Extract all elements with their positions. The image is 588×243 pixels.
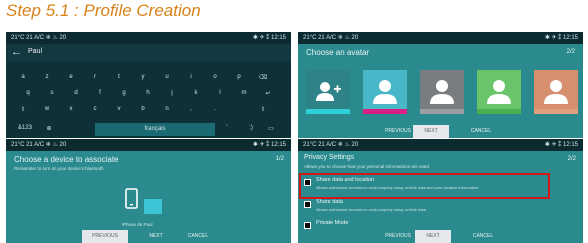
add-user-icon (316, 82, 341, 101)
key[interactable]: ⇧ (256, 106, 270, 113)
user-icon (373, 80, 397, 104)
screen-heading: Choose a device to associate (14, 155, 119, 164)
user-icon (430, 80, 454, 104)
avatar-option[interactable] (363, 70, 407, 114)
status-bar: 21°C 21 A/C ❄ ♨ 20 ✱ ✈ ⁑ 12:15 (6, 32, 291, 44)
key[interactable]: y (136, 74, 150, 80)
key[interactable]: i (184, 74, 198, 80)
avatar-color-strip (420, 109, 464, 114)
key[interactable]: ▭ (264, 125, 278, 132)
avatar-color-strip (306, 109, 350, 114)
checkbox[interactable] (304, 222, 311, 229)
status-left: 21°C 21 A/C ❄ ♨ 20 (11, 142, 67, 148)
device-name[interactable]: iPhone de Paul (122, 222, 153, 227)
bluetooth-screen: 21°C 21 A/C ❄ ♨ 20 ✱ ✈ ⁑ 12:15 Choose a … (6, 139, 291, 243)
key[interactable]: o (208, 74, 222, 80)
option-description: Allows authorized services to work prope… (316, 207, 426, 212)
status-bar: 21°C 21 A/C ❄ ♨ 20 ✱ ✈ ⁑ 12:15 (298, 139, 583, 151)
button-bar: PREVIOUS NEXT CANCEL (298, 125, 583, 138)
key[interactable]: ⌫ (256, 74, 270, 81)
avatar-screen: 21°C 21 A/C ❄ ♨ 20 ✱ ✈ ⁑ 12:15 Choose an… (298, 32, 583, 138)
page-indicator: 2/2 (567, 156, 576, 162)
key[interactable]: . (208, 106, 222, 112)
status-left: 21°C 21 A/C ❄ ♨ 20 (303, 142, 359, 148)
screen-heading: Choose an avatar (306, 48, 370, 57)
avatar-color-strip (477, 109, 521, 114)
status-right: ✱ ✈ ⁑ 12:15 (544, 35, 578, 41)
page-indicator: 1/2 (275, 156, 284, 162)
screen-subheading: Remember to turn on your device's blueto… (14, 166, 104, 171)
key[interactable]: g (117, 90, 131, 96)
cancel-button[interactable]: CANCEL (465, 230, 501, 243)
status-bar: 21°C 21 A/C ❄ ♨ 20 ✱ ✈ ⁑ 12:15 (298, 32, 583, 44)
user-icon (544, 80, 568, 104)
avatar-option[interactable] (420, 70, 464, 114)
next-button[interactable]: NEXT (138, 230, 174, 243)
option-share-data[interactable]: Share data Allows authorized services to… (304, 197, 577, 217)
status-right: ✱ ✈ ⁑ 12:15 (252, 142, 286, 148)
button-bar: PREVIOUS NEXT CANCEL (6, 230, 291, 243)
keyboard-screen: 21°C 21 A/C ❄ ♨ 20 ✱ ✈ ⁑ 12:15 ← Paul a z… (6, 32, 291, 138)
key[interactable]: h (141, 90, 155, 96)
avatar-color-strip (534, 109, 578, 114)
key[interactable]: c (88, 106, 102, 112)
key[interactable]: b (136, 106, 150, 112)
next-button[interactable]: NEXT (413, 125, 449, 138)
page-indicator: 2/2 (566, 49, 575, 55)
space-key[interactable]: français (95, 123, 215, 136)
screen-subheading: Allows you to choose how your personal i… (304, 164, 429, 169)
avatar-option[interactable] (477, 70, 521, 114)
key[interactable]: k (189, 90, 203, 96)
status-bar: 21°C 21 A/C ❄ ♨ 20 ✱ ✈ ⁑ 12:15 (6, 139, 291, 151)
status-left: 21°C 21 A/C ❄ ♨ 20 (303, 35, 359, 41)
name-input[interactable]: Paul (28, 48, 42, 55)
cancel-button[interactable]: CANCEL (178, 230, 218, 243)
avatar-option[interactable] (306, 70, 350, 114)
avatar-option[interactable] (534, 70, 578, 114)
option-title: Private Mode (316, 220, 349, 226)
key[interactable]: f (93, 90, 107, 96)
key[interactable]: w (40, 106, 54, 112)
key[interactable]: r (88, 74, 102, 80)
key[interactable]: m (237, 90, 251, 96)
option-title: Share data (316, 199, 343, 205)
key[interactable]: ' (220, 125, 234, 131)
key[interactable]: e (64, 74, 78, 80)
key[interactable]: x (64, 106, 78, 112)
highlight-box (299, 173, 550, 199)
key[interactable]: u (160, 74, 174, 80)
key[interactable]: p (232, 74, 246, 80)
button-bar: PREVIOUS NEXT CANCEL (298, 230, 583, 243)
key[interactable]: &123 (18, 125, 32, 131)
key[interactable]: v (112, 106, 126, 112)
key[interactable]: n (160, 106, 174, 112)
key[interactable]: ⊕ (42, 125, 56, 132)
status-left: 21°C 21 A/C ❄ ♨ 20 (11, 35, 67, 41)
key[interactable]: l (213, 90, 227, 96)
key[interactable]: j (165, 90, 179, 96)
phone-icon[interactable] (124, 187, 170, 217)
status-right: ✱ ✈ ⁑ 12:15 (544, 142, 578, 148)
back-arrow-icon[interactable]: ← (11, 46, 22, 58)
avatar-color-strip (363, 109, 407, 114)
key[interactable]: d (69, 90, 83, 96)
key[interactable]: z (40, 74, 54, 80)
key[interactable]: a (16, 74, 30, 80)
name-input-row[interactable]: ← Paul (6, 44, 291, 62)
page-title: Step 5.1 : Profile Creation (6, 1, 201, 20)
user-icon (487, 80, 511, 104)
checkbox[interactable] (304, 201, 311, 208)
screen-heading: Privacy Settings (304, 154, 355, 161)
previous-button[interactable]: PREVIOUS (82, 230, 128, 243)
key[interactable]: :) (244, 125, 258, 131)
status-right: ✱ ✈ ⁑ 12:15 (252, 35, 286, 41)
key[interactable]: ⇧ (16, 106, 30, 113)
key[interactable]: q (21, 90, 35, 96)
key[interactable]: , (184, 106, 198, 112)
key[interactable]: ↵ (261, 90, 275, 97)
key[interactable]: t (112, 74, 126, 80)
cancel-button[interactable]: CANCEL (463, 125, 499, 138)
next-button[interactable]: NEXT (415, 230, 451, 243)
key[interactable]: s (45, 90, 59, 96)
